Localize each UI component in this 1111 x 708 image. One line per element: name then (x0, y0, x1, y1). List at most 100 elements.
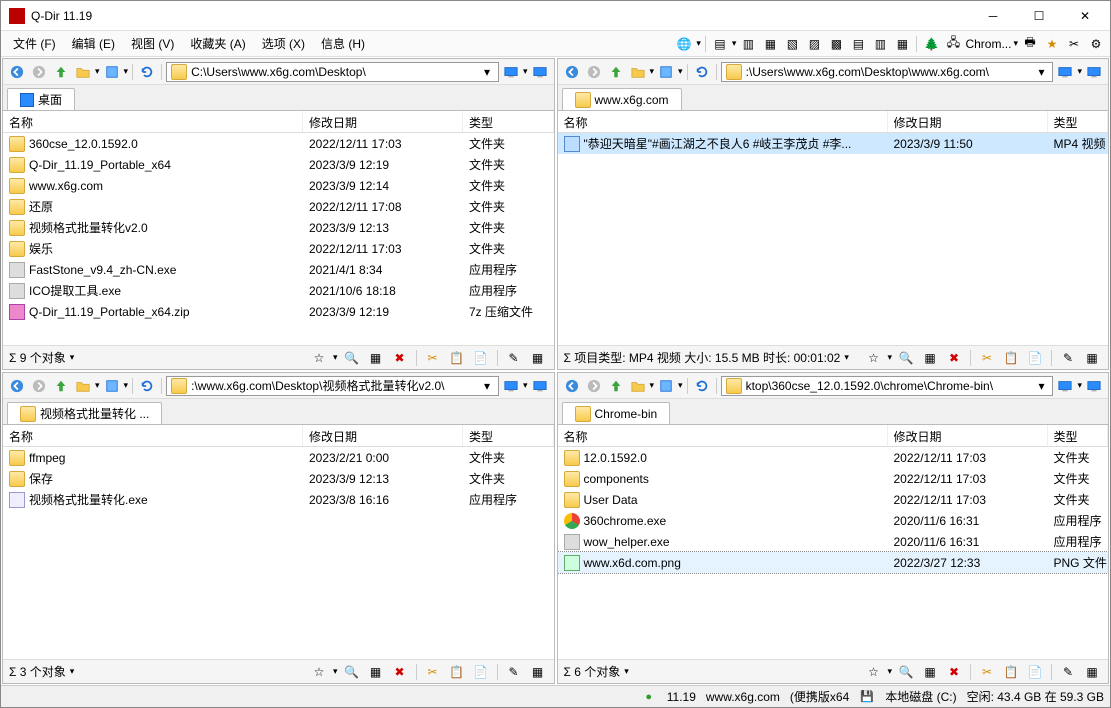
col-type[interactable]: 类型 (463, 425, 554, 446)
search-icon[interactable]: 🔍 (896, 348, 916, 368)
path-input[interactable]: ▾ (721, 376, 1054, 396)
tools-icon[interactable]: ✂ (1064, 34, 1084, 54)
list-row[interactable]: "恭迎天暗星"#画江湖之不良人6 #岐王李茂贞 #李... 2023/3/9 1… (558, 133, 1109, 154)
tab[interactable]: www.x6g.com (562, 88, 682, 110)
search-icon[interactable]: 🔍 (342, 662, 362, 682)
list-row[interactable]: 360cse_12.0.1592.0 2022/12/11 17:03 文件夹 (3, 133, 554, 154)
misc-icon[interactable]: ▦ (1082, 348, 1102, 368)
cut-icon[interactable]: ✂ (977, 662, 997, 682)
col-type[interactable]: 类型 (463, 111, 554, 132)
col-name[interactable]: 名称 (3, 111, 303, 132)
up-button[interactable] (51, 62, 71, 82)
filter-icon[interactable]: ▦ (366, 348, 386, 368)
layout8-icon[interactable]: ▥ (870, 34, 890, 54)
col-type[interactable]: 类型 (1048, 425, 1109, 446)
fav-icon[interactable]: ☆ (863, 662, 883, 682)
layout4-icon[interactable]: ▧ (782, 34, 802, 54)
search-icon[interactable]: 🔍 (342, 348, 362, 368)
view-button[interactable] (102, 62, 122, 82)
list-row[interactable]: 12.0.1592.0 2022/12/11 17:03 文件夹 (558, 447, 1109, 468)
back-button[interactable] (562, 62, 582, 82)
layout3-icon[interactable]: ▦ (760, 34, 780, 54)
filter-icon[interactable]: ▦ (366, 662, 386, 682)
path-field[interactable] (191, 65, 480, 79)
monitor2-icon[interactable] (1084, 62, 1104, 82)
col-name[interactable]: 名称 (558, 111, 888, 132)
cut-icon[interactable]: ✂ (423, 348, 443, 368)
edit-icon[interactable]: ✎ (1058, 662, 1078, 682)
folder-button[interactable] (73, 62, 93, 82)
col-date[interactable]: 修改日期 (888, 111, 1048, 132)
monitor1-icon[interactable] (501, 62, 521, 82)
print-icon[interactable]: 🖶 (1020, 34, 1040, 54)
tree-icon[interactable]: 🌲 (921, 34, 941, 54)
monitor2-icon[interactable] (530, 62, 550, 82)
forward-button[interactable] (29, 376, 49, 396)
copy-icon[interactable]: 📋 (447, 348, 467, 368)
list-body[interactable]: 360cse_12.0.1592.0 2022/12/11 17:03 文件夹 … (3, 133, 554, 345)
chevron-down-icon[interactable]: ▾ (1034, 379, 1048, 393)
tab[interactable]: Chrome-bin (562, 402, 671, 424)
monitor2-icon[interactable] (530, 376, 550, 396)
refresh-button[interactable] (137, 62, 157, 82)
list-row[interactable]: 视频格式批量转化v2.0 2023/3/9 12:13 文件夹 (3, 217, 554, 238)
monitor1-icon[interactable] (1055, 376, 1075, 396)
col-name[interactable]: 名称 (3, 425, 303, 446)
list-row[interactable]: www.x6g.com 2023/3/9 12:14 文件夹 (3, 175, 554, 196)
forward-button[interactable] (29, 62, 49, 82)
edit-icon[interactable]: ✎ (504, 662, 524, 682)
col-type[interactable]: 类型 (1048, 111, 1109, 132)
delete-icon[interactable]: ✖ (944, 662, 964, 682)
fav-icon[interactable]: ☆ (309, 348, 329, 368)
refresh-button[interactable] (137, 376, 157, 396)
list-row[interactable]: wow_helper.exe 2020/11/6 16:31 应用程序 (558, 531, 1109, 552)
list-row[interactable]: 保存 2023/3/9 12:13 文件夹 (3, 468, 554, 489)
chrome-label[interactable]: Chrom... (965, 37, 1011, 51)
path-field[interactable] (191, 379, 480, 393)
cut-icon[interactable]: ✂ (977, 348, 997, 368)
list-row[interactable]: ICO提取工具.exe 2021/10/6 18:18 应用程序 (3, 280, 554, 301)
path-field[interactable] (746, 379, 1035, 393)
view-button[interactable] (102, 376, 122, 396)
list-row[interactable]: components 2022/12/11 17:03 文件夹 (558, 468, 1109, 489)
tab[interactable]: 视频格式批量转化 ... (7, 402, 162, 424)
back-button[interactable] (562, 376, 582, 396)
view-button[interactable] (656, 376, 676, 396)
menu-options[interactable]: 选项 (X) (254, 33, 313, 54)
menu-file[interactable]: 文件 (F) (5, 33, 64, 54)
fav-icon[interactable]: ☆ (863, 348, 883, 368)
view-button[interactable] (656, 62, 676, 82)
folder-button[interactable] (628, 62, 648, 82)
net-icon[interactable]: 🖧 (943, 34, 963, 54)
delete-icon[interactable]: ✖ (390, 348, 410, 368)
layout9-icon[interactable]: ▦ (892, 34, 912, 54)
folder-button[interactable] (73, 376, 93, 396)
layout1-icon[interactable]: ▤ (710, 34, 730, 54)
list-row[interactable]: FastStone_v9.4_zh-CN.exe 2021/4/1 8:34 应… (3, 259, 554, 280)
forward-button[interactable] (584, 376, 604, 396)
col-date[interactable]: 修改日期 (888, 425, 1048, 446)
monitor1-icon[interactable] (501, 376, 521, 396)
paste-icon[interactable]: 📄 (471, 348, 491, 368)
delete-icon[interactable]: ✖ (390, 662, 410, 682)
gear-icon[interactable]: ⚙ (1086, 34, 1106, 54)
chevron-down-icon[interactable]: ▾ (480, 65, 494, 79)
copy-icon[interactable]: 📋 (1001, 662, 1021, 682)
fav-icon[interactable]: ☆ (309, 662, 329, 682)
tab[interactable]: 桌面 (7, 88, 75, 110)
filter-icon[interactable]: ▦ (920, 662, 940, 682)
filter-icon[interactable]: ▦ (920, 348, 940, 368)
misc-icon[interactable]: ▦ (1082, 662, 1102, 682)
delete-icon[interactable]: ✖ (944, 348, 964, 368)
paste-icon[interactable]: 📄 (471, 662, 491, 682)
copy-icon[interactable]: 📋 (1001, 348, 1021, 368)
folder-button[interactable] (628, 376, 648, 396)
layout2-icon[interactable]: ▥ (738, 34, 758, 54)
list-row[interactable]: 娱乐 2022/12/11 17:03 文件夹 (3, 238, 554, 259)
layout5-icon[interactable]: ▨ (804, 34, 824, 54)
menu-info[interactable]: 信息 (H) (313, 33, 373, 54)
list-body[interactable]: "恭迎天暗星"#画江湖之不良人6 #岐王李茂贞 #李... 2023/3/9 1… (558, 133, 1109, 345)
list-row[interactable]: 360chrome.exe 2020/11/6 16:31 应用程序 (558, 510, 1109, 531)
close-button[interactable]: ✕ (1062, 1, 1108, 31)
layout6-icon[interactable]: ▩ (826, 34, 846, 54)
